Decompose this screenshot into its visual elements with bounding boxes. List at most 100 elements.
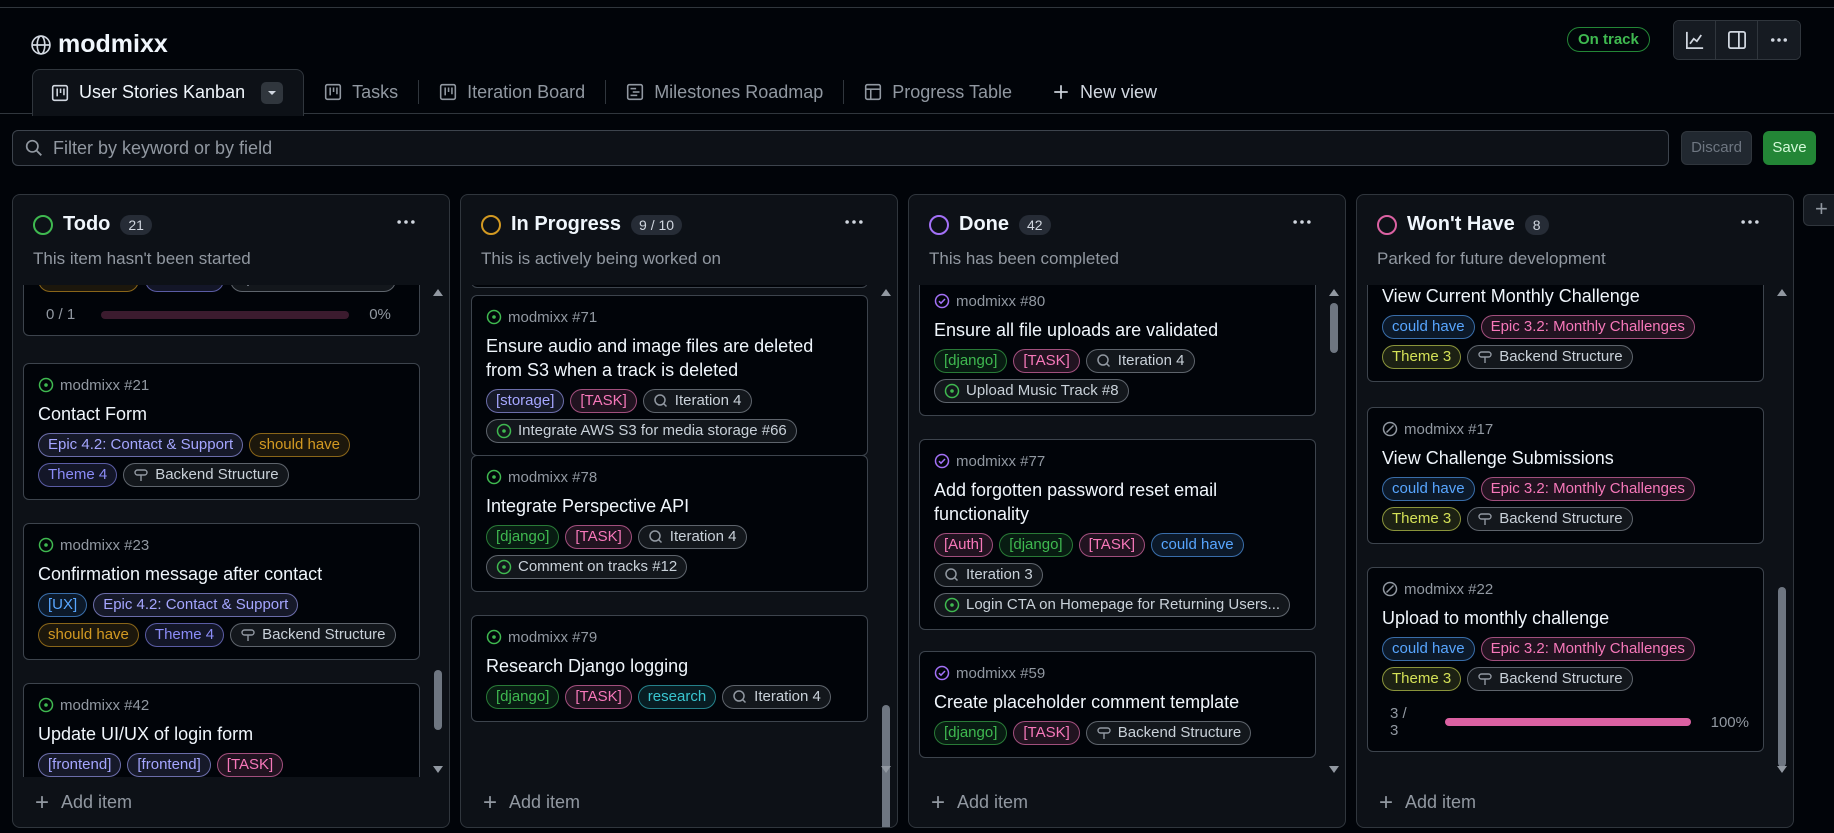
tab-menu-button[interactable] — [261, 81, 284, 104]
label-chip[interactable]: Iteration 4 — [722, 685, 831, 709]
side-panel-button[interactable] — [1716, 21, 1758, 59]
card[interactable]: modmixx #80 Ensure all file uploads are v… — [919, 285, 1316, 416]
card-title[interactable]: Research Django logging — [486, 654, 853, 678]
label-chip[interactable]: [TASK] — [565, 685, 632, 709]
column-menu-button[interactable] — [1291, 211, 1313, 239]
card-title[interactable]: View Current Monthly Challenge — [1382, 285, 1749, 308]
tab-iteration-board[interactable]: Iteration Board — [419, 69, 605, 115]
save-button[interactable]: Save — [1763, 131, 1816, 165]
label-chip[interactable]: [frontend] — [127, 753, 211, 777]
label-chip[interactable]: Theme 3 — [1382, 667, 1462, 691]
label-chip[interactable]: Theme 3 — [1382, 507, 1462, 531]
insights-button[interactable] — [1674, 21, 1716, 59]
card-title[interactable]: Create placeholder comment template — [934, 690, 1301, 714]
tab-progress-table[interactable]: Progress Table — [844, 69, 1032, 115]
label-chip[interactable]: Epic 3.2: Monthly Challenges — [1480, 315, 1695, 339]
filter-input[interactable] — [53, 137, 1553, 159]
card[interactable]: modmixx #16View Current Monthly Challeng… — [1367, 285, 1764, 382]
label-chip[interactable]: could have — [1382, 477, 1475, 501]
label-chip[interactable]: Theme 4 — [144, 623, 225, 647]
label-chip[interactable]: Backend Structure — [1467, 345, 1633, 369]
label-chip[interactable]: Comment on tracks #12 — [486, 555, 688, 579]
add-item-button[interactable]: + Add item — [35, 790, 132, 814]
label-chip[interactable]: Iteration 4 — [1085, 349, 1195, 373]
label-chip[interactable]: Backend Structure — [230, 623, 396, 647]
label-chip[interactable]: research — [637, 685, 717, 709]
label-chip[interactable]: Epic 3.2: Monthly Challenges — [1480, 637, 1695, 661]
label-chip[interactable]: Theme 4 — [144, 285, 225, 292]
scrollbar[interactable] — [1327, 285, 1341, 777]
card-title[interactable]: Integrate Perspective API — [486, 494, 853, 518]
scroll-down-arrow[interactable] — [1777, 766, 1787, 773]
scroll-up-arrow[interactable] — [1329, 289, 1339, 296]
label-chip[interactable]: Epic 4.2: Contact & Support — [93, 593, 299, 617]
column-menu-button[interactable] — [1739, 211, 1761, 239]
card-title[interactable]: Add forgotten password reset email funct… — [934, 478, 1301, 526]
scroll-thumb[interactable] — [1778, 587, 1786, 767]
discard-button[interactable]: Discard — [1681, 131, 1752, 165]
new-view-button[interactable]: New view — [1032, 69, 1177, 115]
label-chip[interactable]: Backend Structure — [1467, 507, 1633, 531]
label-chip[interactable]: Theme 4 — [38, 463, 118, 487]
label-chip[interactable]: Backend Structure — [1085, 721, 1252, 745]
label-chip[interactable]: could have — [1382, 315, 1475, 339]
label-chip[interactable]: Iteration 4 — [642, 389, 752, 413]
label-chip[interactable]: [django] — [486, 525, 560, 549]
add-item-button[interactable]: + Add item — [1379, 790, 1476, 814]
card-title[interactable]: Update UI/UX of login form — [38, 722, 405, 746]
tab-milestones-roadmap[interactable]: Milestones Roadmap — [606, 69, 843, 115]
column-menu-button[interactable] — [843, 211, 865, 239]
label-chip[interactable]: Iteration 4 — [637, 525, 747, 549]
card-title[interactable]: Confirmation message after contact — [38, 562, 405, 586]
label-chip[interactable]: Backend Structure — [123, 463, 289, 487]
label-chip[interactable]: [django] — [486, 685, 560, 709]
more-options-button[interactable] — [1758, 21, 1800, 59]
scrollbar[interactable] — [431, 285, 445, 777]
add-item-button[interactable]: + Add item — [931, 790, 1028, 814]
scroll-down-arrow[interactable] — [433, 766, 443, 773]
scroll-thumb[interactable] — [434, 670, 442, 730]
status-badge[interactable]: On track — [1567, 27, 1650, 52]
card[interactable]: should have Theme 4 Backend Structure 0 / 1… — [23, 285, 420, 336]
card[interactable]: modmixx #23 Confirmation message after co… — [23, 523, 420, 660]
tab-user-stories-kanban[interactable]: User Stories Kanban — [32, 68, 305, 116]
scroll-up-arrow[interactable] — [881, 289, 891, 296]
label-chip[interactable]: [storage] — [486, 389, 565, 413]
label-chip[interactable]: Login CTA on Homepage for Returning User… — [934, 593, 1291, 617]
card[interactable]: modmixx #71 Ensure audio and image files … — [471, 295, 868, 456]
add-column-button[interactable]: + — [1803, 194, 1834, 226]
scroll-down-arrow[interactable] — [881, 766, 891, 773]
label-chip[interactable]: should have — [249, 433, 351, 457]
card-title[interactable]: Upload to monthly challenge — [1382, 606, 1749, 630]
scrollbar[interactable] — [1775, 285, 1789, 777]
card[interactable]: modmixx #79 Research Django logging [djang… — [471, 615, 868, 722]
label-chip[interactable]: [TASK] — [565, 525, 632, 549]
label-chip[interactable]: [django] — [999, 533, 1073, 557]
card[interactable]: modmixx #21 Contact Form Epic 4.2: Contact… — [23, 363, 420, 500]
card-title[interactable]: View Challenge Submissions — [1382, 446, 1749, 470]
tab-tasks[interactable]: Tasks — [304, 69, 418, 115]
card-title[interactable]: Ensure audio and image files are deleted… — [486, 334, 853, 382]
label-chip[interactable]: Theme 3 — [1382, 345, 1462, 369]
scroll-up-arrow[interactable] — [1777, 289, 1787, 296]
label-chip[interactable]: [TASK] — [1013, 721, 1080, 745]
card-title[interactable]: Contact Form — [38, 402, 405, 426]
label-chip[interactable]: [TASK] — [1013, 349, 1080, 373]
label-chip[interactable]: [TASK] — [570, 389, 637, 413]
label-chip[interactable]: [django] — [934, 721, 1008, 745]
label-chip[interactable]: Backend Structure — [1467, 667, 1633, 691]
card[interactable]: modmixx #78 Integrate Perspective API [dja… — [471, 455, 868, 592]
card[interactable]: modmixx #77 Add forgotten password reset … — [919, 439, 1316, 630]
label-chip[interactable]: could have — [1151, 533, 1244, 557]
card-title[interactable]: Ensure all file uploads are validated — [934, 318, 1301, 342]
label-chip[interactable]: Iteration 3 — [934, 563, 1043, 587]
label-chip[interactable]: should have — [38, 623, 139, 647]
label-chip[interactable]: [frontend] — [38, 753, 122, 777]
scroll-thumb[interactable] — [1330, 303, 1338, 353]
label-chip[interactable]: [django] — [934, 349, 1008, 373]
label-chip[interactable]: should have — [38, 285, 139, 292]
scrollbar[interactable] — [879, 285, 893, 827]
label-chip[interactable]: [TASK] — [216, 753, 284, 777]
card[interactable]: modmixx #22 Upload to monthly challenge co… — [1367, 567, 1764, 752]
card[interactable]: modmixx #17 View Challenge Submissions cou… — [1367, 407, 1764, 544]
